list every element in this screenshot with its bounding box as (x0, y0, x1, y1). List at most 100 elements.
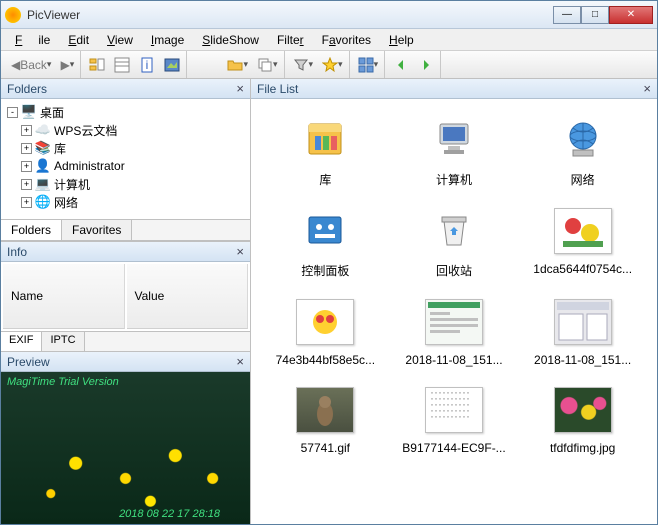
filter-button[interactable]: ▾ (289, 54, 318, 76)
svg-text:i: i (146, 58, 149, 72)
preview-toggle-button[interactable] (160, 54, 184, 76)
tab-folders[interactable]: Folders (1, 220, 62, 240)
file-item-5[interactable]: 1dca5644f0754c... (520, 202, 645, 283)
svg-text:··········: ·········· (430, 409, 470, 423)
tree-label: Administrator (54, 159, 125, 173)
file-caption: 控制面板 (301, 262, 349, 279)
open-button[interactable]: ▾ (223, 54, 252, 76)
tree-item-5[interactable]: +🌐网络 (3, 193, 248, 211)
file-caption: 库 (319, 171, 331, 188)
favorite-button[interactable]: ▾ (318, 54, 347, 76)
file-item-7[interactable]: 2018-11-08_151... (392, 293, 517, 371)
preview-close-icon[interactable]: × (236, 354, 244, 369)
file-caption: 回收站 (436, 262, 472, 279)
file-thumb (294, 385, 356, 435)
expand-icon[interactable]: - (7, 107, 18, 118)
file-caption: 57741.gif (301, 441, 350, 455)
folders-tree[interactable]: -🖥️桌面+☁️WPS云文档+📚库+👤Administrator+💻计算机+🌐网… (1, 99, 250, 219)
computer-icon: 💻 (35, 176, 51, 192)
file-item-8[interactable]: 2018-11-08_151... (520, 293, 645, 371)
file-item-6[interactable]: 74e3b44bf58e5c... (263, 293, 388, 371)
file-item-1[interactable]: 计算机 (392, 111, 517, 192)
info-col-name[interactable]: Name (3, 264, 125, 329)
prev-image-button[interactable] (389, 54, 413, 76)
minimize-button[interactable]: — (553, 6, 581, 24)
tree-label: WPS云文档 (54, 122, 117, 139)
user-icon: 👤 (35, 158, 51, 174)
filelist-header: File List × (251, 79, 657, 99)
filelist-close-icon[interactable]: × (643, 81, 651, 96)
file-item-10[interactable]: ········································… (392, 381, 517, 459)
file-item-11[interactable]: tfdfdfimg.jpg (520, 381, 645, 459)
info-toggle-button[interactable]: i (135, 54, 159, 76)
tree-item-3[interactable]: +👤Administrator (3, 157, 248, 175)
menu-edit[interactable]: Edit (60, 31, 97, 49)
view-mode-button[interactable]: ▾ (354, 54, 383, 76)
file-item-3[interactable]: 控制面板 (263, 202, 388, 283)
tree-item-0[interactable]: -🖥️桌面 (3, 103, 248, 121)
tab-exif[interactable]: EXIF (1, 332, 42, 351)
folders-close-icon[interactable]: × (236, 81, 244, 96)
copy-button[interactable]: ▾ (253, 54, 282, 76)
menu-image[interactable]: Image (143, 31, 192, 49)
tab-iptc[interactable]: IPTC (42, 332, 84, 351)
close-button[interactable]: ✕ (609, 6, 653, 24)
tree-label: 网络 (54, 194, 78, 211)
file-caption: 74e3b44bf58e5c... (276, 353, 375, 367)
back-button[interactable]: ◀ Back ▾ (7, 54, 55, 76)
menu-slideshow[interactable]: SlideShow (194, 31, 267, 49)
info-close-icon[interactable]: × (236, 244, 244, 259)
expand-icon[interactable]: + (21, 125, 32, 136)
file-thumb (423, 115, 485, 165)
tab-favorites[interactable]: Favorites (62, 220, 132, 240)
file-item-2[interactable]: 网络 (520, 111, 645, 192)
file-caption: 2018-11-08_151... (405, 353, 502, 367)
menu-filter[interactable]: Filter (269, 31, 312, 49)
file-caption: 1dca5644f0754c... (533, 262, 632, 276)
file-thumb: ········································… (423, 385, 485, 435)
file-thumb (294, 206, 356, 256)
file-thumb (294, 115, 356, 165)
tree-toggle-button[interactable] (85, 54, 109, 76)
filelist-title: File List (257, 82, 298, 96)
window-controls: — □ ✕ (553, 6, 653, 24)
file-thumb (423, 297, 485, 347)
app-title: PicViewer (27, 8, 553, 22)
tree-label: 计算机 (54, 176, 90, 193)
info-header: Info × (1, 242, 250, 262)
menu-view[interactable]: View (99, 31, 141, 49)
preview-image[interactable]: MagiTime Trial Version 2018 08 22 17 28:… (1, 372, 250, 524)
expand-icon[interactable]: + (21, 197, 32, 208)
expand-icon[interactable]: + (21, 179, 32, 190)
app-window: PicViewer — □ ✕ File Edit View Image Sli… (0, 0, 658, 525)
expand-icon[interactable]: + (21, 161, 32, 172)
folders-header: Folders × (1, 79, 250, 99)
cloud-icon: ☁️ (35, 122, 51, 138)
file-item-4[interactable]: 回收站 (392, 202, 517, 283)
file-item-9[interactable]: 57741.gif (263, 381, 388, 459)
menu-favorites[interactable]: Favorites (314, 31, 379, 49)
next-image-button[interactable] (414, 54, 438, 76)
file-grid[interactable]: 库 计算机 网络控制面板 回收站 1dca5644f0754c... 74e3b44bf5… (251, 99, 657, 524)
file-thumb (552, 385, 614, 435)
right-panel: File List × 库 计算机 网络控制面板 回收站 1dca5644f0754c.… (251, 79, 657, 524)
expand-icon[interactable]: + (21, 143, 32, 154)
left-panel: Folders × -🖥️桌面+☁️WPS云文档+📚库+👤Administrat… (1, 79, 251, 524)
file-caption: B9177144-EC9F-... (402, 441, 505, 455)
network-icon: 🌐 (35, 194, 51, 210)
info-col-value[interactable]: Value (127, 264, 249, 329)
file-item-0[interactable]: 库 (263, 111, 388, 192)
file-caption: 2018-11-08_151... (534, 353, 631, 367)
tree-item-2[interactable]: +📚库 (3, 139, 248, 157)
file-caption: 计算机 (436, 171, 472, 188)
forward-button[interactable]: ▶ ▾ (56, 54, 78, 76)
maximize-button[interactable]: □ (581, 6, 609, 24)
menu-file[interactable]: File (7, 31, 58, 49)
file-thumb (552, 297, 614, 347)
menu-help[interactable]: Help (381, 31, 422, 49)
list-toggle-button[interactable] (110, 54, 134, 76)
info-table: Name Value (1, 262, 250, 331)
tree-item-4[interactable]: +💻计算机 (3, 175, 248, 193)
info-pane: Info × Name Value EXIF IPTC (1, 241, 250, 351)
tree-item-1[interactable]: +☁️WPS云文档 (3, 121, 248, 139)
